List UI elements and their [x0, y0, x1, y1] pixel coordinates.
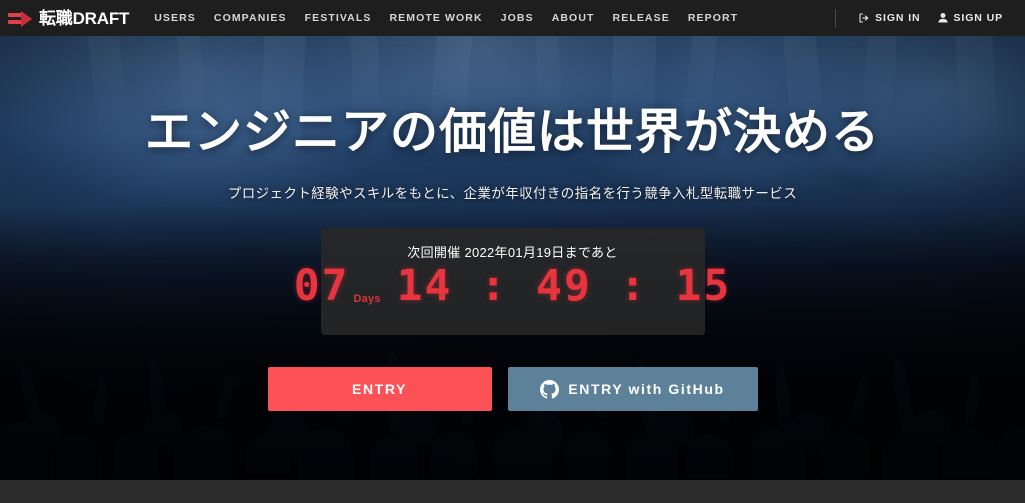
nav-item-companies[interactable]: COMPANIES [205, 12, 296, 24]
sign-in-label: SIGN IN [875, 12, 921, 24]
github-icon [540, 379, 560, 399]
nav-item-festivals[interactable]: FESTIVALS [296, 12, 381, 24]
nav-item-users[interactable]: USERS [145, 12, 205, 24]
sign-up-button[interactable]: SIGN UP [929, 12, 1011, 24]
countdown-time-value: 14 : 49 : 15 [396, 261, 732, 311]
entry-with-github-button[interactable]: ENTRY with GitHub [507, 367, 758, 411]
user-icon [937, 12, 949, 24]
hero-title: エンジニアの価値は世界が決める [144, 106, 880, 159]
below-fold-section [0, 480, 1025, 503]
hero-content: エンジニアの価値は世界が決める プロジェクト経験やスキルをもとに、企業が年収付き… [0, 36, 1025, 480]
countdown-panel: 次回開催 2022年01月19日まであと 07 Days 14 : 49 : 1… [294, 228, 729, 335]
hero-subtitle: プロジェクト経験やスキルをもとに、企業が年収付きの指名を行う競争入札型転職サービ… [227, 186, 798, 201]
cta-button-row: ENTRY ENTRY with GitHub [267, 367, 758, 411]
countdown-label: 次回開催 2022年01月19日まであと [407, 245, 618, 260]
sign-up-label: SIGN UP [953, 12, 1003, 24]
sign-in-button[interactable]: SIGN IN [850, 12, 928, 24]
entry-button[interactable]: ENTRY [267, 367, 492, 411]
sign-in-icon [858, 12, 870, 24]
countdown-days-unit: Days [353, 293, 381, 305]
countdown-days-value: 07 [293, 261, 350, 311]
header-auth-group: SIGN IN SIGN UP [835, 8, 1011, 28]
nav-item-jobs[interactable]: JOBS [492, 12, 543, 24]
entry-button-label: ENTRY [352, 381, 407, 397]
nav-item-release[interactable]: RELEASE [604, 12, 679, 24]
logo-text: 転職DRAFT [39, 8, 130, 28]
site-header: 転職DRAFT USERS COMPANIES FESTIVALS REMOTE… [0, 0, 1025, 36]
countdown-clock: 07 Days 14 : 49 : 15 [294, 265, 732, 308]
draft-arrow-logo-icon [8, 10, 34, 27]
main-navigation: USERS COMPANIES FESTIVALS REMOTE WORK JO… [145, 12, 747, 24]
hero-section: エンジニアの価値は世界が決める プロジェクト経験やスキルをもとに、企業が年収付き… [0, 36, 1025, 480]
github-button-label: ENTRY with GitHub [568, 381, 725, 397]
nav-item-remote-work[interactable]: REMOTE WORK [381, 12, 492, 24]
site-logo[interactable]: 転職DRAFT [8, 10, 129, 27]
nav-item-about[interactable]: ABOUT [543, 12, 604, 24]
nav-item-report[interactable]: REPORT [679, 12, 747, 24]
header-divider [835, 8, 837, 28]
